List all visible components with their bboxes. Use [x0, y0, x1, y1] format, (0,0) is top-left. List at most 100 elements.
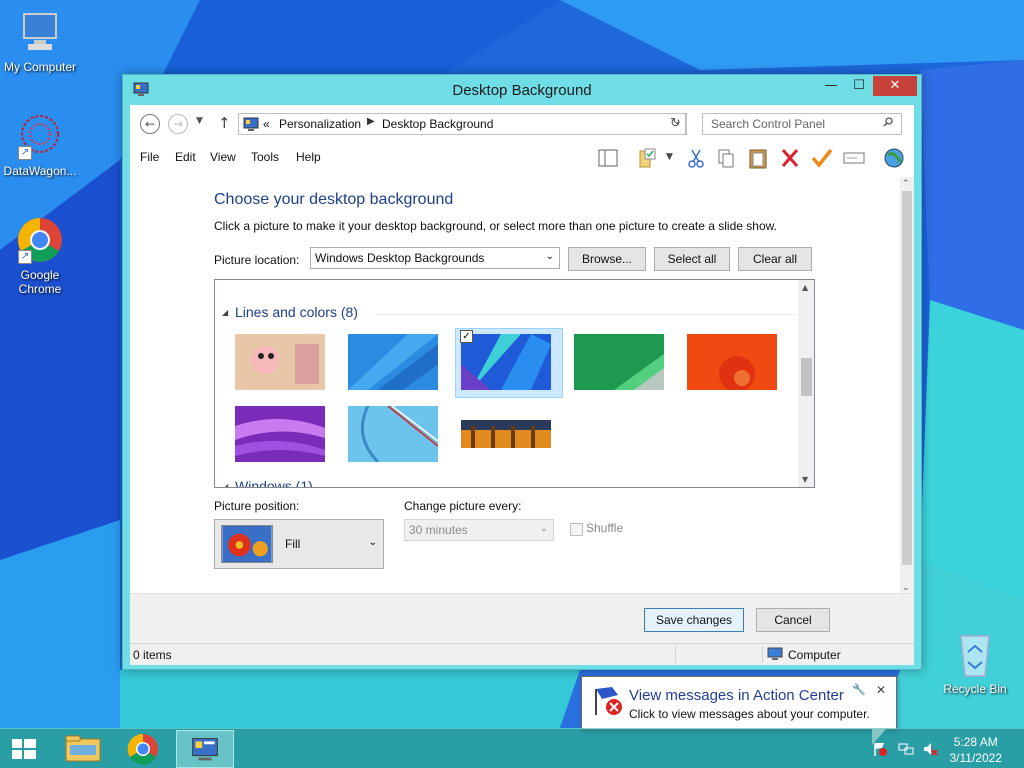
- picture-position-select[interactable]: Fill ⌄: [214, 519, 384, 569]
- taskbar: 5:28 AM 3/11/2022: [0, 728, 1024, 768]
- clear-all-button[interactable]: Clear all: [738, 247, 812, 271]
- search-input[interactable]: Search Control Panel: [702, 113, 902, 135]
- notification-text[interactable]: Click to view messages about your comput…: [629, 707, 870, 721]
- desktop-background-window: Desktop Background — ☐ ✕ ← → ▼ ↑ « Perso…: [122, 74, 922, 670]
- menu-file[interactable]: File: [140, 150, 159, 164]
- scroll-down-icon[interactable]: ⌄: [902, 583, 910, 593]
- menu-edit[interactable]: Edit: [175, 150, 196, 164]
- window-title: Desktop Background: [452, 82, 592, 99]
- group-header-windows[interactable]: Windows (1): [235, 478, 313, 487]
- delete-x-icon[interactable]: [778, 147, 802, 169]
- chevron-down-icon[interactable]: ▼: [666, 152, 673, 162]
- close-button[interactable]: ✕: [873, 76, 917, 96]
- menu-tools[interactable]: Tools: [251, 150, 279, 164]
- desktop-icon-my-computer[interactable]: My Computer: [0, 8, 80, 74]
- chevron-down-icon: ⌄: [545, 251, 554, 262]
- action-center-flag-icon: [595, 687, 622, 715]
- picture-list-scrollbar[interactable]: ▲ ▼: [798, 280, 814, 487]
- chrome-icon[interactable]: [114, 730, 172, 768]
- picture-location-label: Picture location:: [214, 253, 300, 267]
- breadcrumb-separator-icon[interactable]: ▶: [367, 116, 375, 127]
- picture-list[interactable]: ◢ Lines and colors (8) ✓ ◢ Windows (1) ▲: [214, 279, 815, 488]
- cancel-button[interactable]: Cancel: [756, 608, 830, 632]
- wallpaper-thumbnail[interactable]: [687, 334, 777, 390]
- notification-title[interactable]: View messages in Action Center: [629, 687, 844, 704]
- checklist-icon[interactable]: [636, 147, 660, 169]
- shuffle-checkbox[interactable]: [570, 523, 583, 536]
- rename-icon[interactable]: [842, 147, 866, 169]
- desktop-icon-recycle-bin[interactable]: Recycle Bin: [935, 630, 1015, 696]
- start-button-windows-icon[interactable]: [0, 730, 48, 768]
- paste-icon[interactable]: [746, 147, 770, 169]
- navigation-bar: ← → ▼ ↑ « Personalization ▶ Desktop Back…: [130, 105, 914, 143]
- shortcut-arrow-icon: ↗: [18, 250, 32, 264]
- computer-icon: [16, 8, 64, 56]
- picture-position-label: Picture position:: [214, 499, 300, 513]
- maximize-button[interactable]: ☐: [845, 76, 873, 96]
- layout-pane-icon[interactable]: [596, 147, 620, 169]
- chrome-icon: ↗: [16, 216, 64, 264]
- volume-muted-icon[interactable]: [922, 741, 938, 757]
- search-icon: [883, 117, 893, 127]
- control-panel-taskbar-icon[interactable]: [176, 730, 234, 768]
- change-picture-interval-select[interactable]: 30 minutes ⌄: [404, 519, 554, 541]
- back-button[interactable]: ←: [140, 114, 160, 134]
- picture-location-value: Windows Desktop Backgrounds: [315, 251, 485, 265]
- status-item-count: 0 items: [133, 648, 172, 662]
- menu-view[interactable]: View: [210, 150, 236, 164]
- desktop-icon-google-chrome[interactable]: ↗ Google Chrome: [0, 216, 80, 296]
- clock-date: 3/11/2022: [949, 751, 1003, 765]
- desktop-icon-label: Recycle Bin: [943, 682, 1007, 696]
- collapse-triangle-icon[interactable]: ◢: [222, 308, 228, 317]
- globe-icon[interactable]: [882, 147, 906, 169]
- wallpaper-thumbnail[interactable]: [235, 406, 325, 462]
- computer-icon: [767, 647, 783, 660]
- desktop-icon-datawagon[interactable]: ↗ DataWagon...: [0, 112, 80, 178]
- wallpaper-thumbnail[interactable]: [348, 406, 438, 462]
- content-scrollbar[interactable]: ⌃ ⌄: [900, 177, 914, 595]
- file-explorer-icon[interactable]: [54, 730, 112, 768]
- scrollbar-thumb[interactable]: [902, 191, 912, 565]
- wallpaper-thumbnail[interactable]: [348, 334, 438, 390]
- breadcrumb-personalization[interactable]: Personalization: [279, 117, 361, 131]
- chevron-down-icon: ⌄: [539, 523, 548, 534]
- wrench-icon[interactable]: 🔧: [852, 683, 866, 696]
- breadcrumb-desktop-background[interactable]: Desktop Background: [382, 117, 493, 131]
- forward-button[interactable]: →: [168, 114, 188, 134]
- breadcrumb-overflow[interactable]: «: [263, 117, 270, 131]
- scroll-up-icon[interactable]: ▲: [802, 283, 808, 292]
- wallpaper-thumbnail[interactable]: [574, 334, 664, 390]
- action-center-flag-icon[interactable]: [872, 741, 888, 757]
- title-bar[interactable]: Desktop Background — ☐ ✕: [123, 75, 921, 105]
- checkmark-icon[interactable]: [810, 147, 834, 169]
- network-icon[interactable]: [898, 741, 914, 757]
- scissors-icon[interactable]: [684, 147, 708, 169]
- system-clock[interactable]: 5:28 AM 3/11/2022: [950, 734, 1003, 766]
- shortcut-arrow-icon: ↗: [18, 146, 32, 160]
- notification-close-button[interactable]: ✕: [876, 683, 886, 697]
- wallpaper-thumbnail[interactable]: [461, 420, 551, 448]
- picture-location-select[interactable]: Windows Desktop Backgrounds ⌄: [310, 247, 560, 269]
- collapse-triangle-icon[interactable]: ◢: [222, 482, 228, 487]
- recent-locations-icon[interactable]: ▼: [196, 116, 203, 126]
- action-center-notification[interactable]: View messages in Action Center Click to …: [581, 676, 897, 745]
- status-divider: [675, 646, 676, 663]
- scroll-down-icon[interactable]: ▼: [802, 475, 808, 484]
- browse-button[interactable]: Browse...: [568, 247, 646, 271]
- wallpaper-thumbnail-selected[interactable]: [461, 334, 551, 390]
- copy-icon[interactable]: [714, 147, 738, 169]
- menu-help[interactable]: Help: [296, 150, 321, 164]
- address-bar[interactable]: « Personalization ▶ Desktop Background ⌄: [238, 113, 686, 135]
- minimize-button[interactable]: —: [817, 76, 845, 96]
- scrollbar-thumb[interactable]: [801, 358, 812, 396]
- chevron-down-icon: ⌄: [368, 537, 377, 548]
- group-header-lines-and-colors[interactable]: Lines and colors (8): [235, 304, 358, 320]
- save-changes-button[interactable]: Save changes: [644, 608, 744, 632]
- position-preview-image: [221, 525, 273, 563]
- refresh-button[interactable]: ↻: [665, 113, 687, 135]
- thumbnail-checkbox[interactable]: ✓: [460, 330, 473, 343]
- wallpaper-thumbnail[interactable]: [235, 334, 325, 390]
- up-arrow-icon[interactable]: ↑: [218, 114, 231, 132]
- select-all-button[interactable]: Select all: [654, 247, 730, 271]
- scroll-up-icon[interactable]: ⌃: [902, 179, 910, 189]
